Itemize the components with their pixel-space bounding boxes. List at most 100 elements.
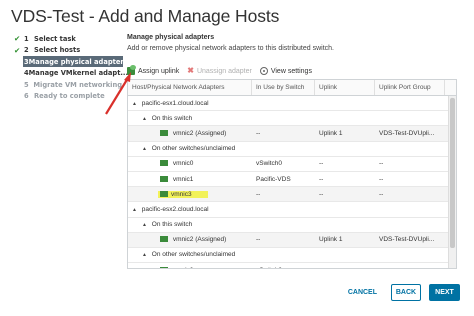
- host-name: pacific-esx2.cloud.local: [141, 205, 209, 213]
- table-row-host[interactable]: ▲ pacific-esx2.cloud.local: [128, 202, 456, 218]
- table-row[interactable]: vmnic0 vSwitch0 -- --: [128, 263, 456, 268]
- grid-header: Host/Physical Network Adapters In Use by…: [128, 80, 456, 96]
- adapter-name: vmnic2 (Assigned): [172, 129, 227, 137]
- next-button[interactable]: NEXT: [429, 284, 460, 301]
- view-settings-button[interactable]: View settings: [259, 67, 312, 75]
- step-manage-vmkernel-adapters[interactable]: 4 Manage VMkernel adapt...: [24, 68, 128, 79]
- network-adapter-icon: [160, 129, 168, 136]
- step-ready-to-complete: 6 Ready to complete: [24, 91, 122, 102]
- port-group-cell: --: [379, 175, 384, 183]
- main-content: Manage physical adapters Add or remove p…: [127, 34, 467, 52]
- port-group-cell: --: [379, 190, 384, 198]
- back-button[interactable]: BACK: [391, 284, 421, 301]
- network-adapter-icon: [160, 266, 168, 268]
- table-row[interactable]: vmnic2 (Assigned) -- Uplink 1 VDS-Test-D…: [128, 232, 456, 248]
- collapse-triangle-icon[interactable]: ▲: [142, 252, 147, 258]
- group-label: On this switch: [151, 114, 193, 122]
- check-icon: ✔: [14, 34, 21, 43]
- adapter-toolbar: Assign uplink ✖ Unassign adapter View se…: [127, 65, 320, 76]
- table-row-group[interactable]: ▲ On this switch: [128, 111, 456, 127]
- port-group-cell: --: [375, 267, 445, 268]
- group-label: On other switches/unclaimed: [151, 251, 236, 259]
- dialog-title: VDS-Test - Add and Manage Hosts: [11, 6, 280, 26]
- in-use-cell: --: [256, 129, 261, 137]
- wizard-steps: ✔ 1 Select task ✔ 2 Select hosts 3 Manag…: [14, 33, 128, 102]
- cancel-button[interactable]: CANCEL: [348, 289, 377, 296]
- step-label: Manage VMkernel adapt...: [28, 69, 129, 77]
- host-name: pacific-esx1.cloud.local: [141, 99, 209, 107]
- step-number: 5: [24, 80, 29, 89]
- step-select-task[interactable]: ✔ 1 Select task: [14, 33, 122, 44]
- highlight-marker: vmnic3: [158, 190, 209, 198]
- table-row-selected[interactable]: vmnic3 -- -- --: [128, 187, 456, 203]
- table-row[interactable]: vmnic0 vSwitch0 -- --: [128, 157, 456, 172]
- table-row-group[interactable]: ▲ On this switch: [128, 218, 456, 233]
- collapse-triangle-icon[interactable]: ▲: [142, 146, 147, 152]
- step-select-hosts[interactable]: ✔ 2 Select hosts: [14, 45, 122, 56]
- column-header[interactable]: In Use by Switch: [252, 80, 315, 95]
- network-adapter-icon: [160, 160, 168, 167]
- unassign-adapter-label: Unassign adapter: [196, 67, 252, 75]
- uplink-cell: --: [319, 190, 324, 198]
- check-icon: ✔: [14, 45, 21, 55]
- in-use-cell: vSwitch0: [256, 160, 283, 168]
- column-header[interactable]: Uplink: [315, 80, 375, 95]
- dialog-footer: CANCEL BACK NEXT: [348, 284, 460, 301]
- add-manage-hosts-dialog: VDS-Test - Add and Manage Hosts ✔ 1 Sele…: [0, 0, 474, 316]
- network-adapter-icon: [160, 190, 168, 197]
- table-row-group[interactable]: ▲ On other switches/unclaimed: [128, 248, 456, 264]
- assign-uplink-button[interactable]: Assign uplink: [127, 65, 180, 75]
- in-use-cell: --: [256, 190, 261, 198]
- view-settings-label: View settings: [270, 67, 312, 75]
- port-group-cell: VDS-Test-DVUpli...: [379, 236, 435, 244]
- uplink-cell: Uplink 1: [319, 236, 343, 244]
- assign-uplink-label: Assign uplink: [138, 67, 180, 75]
- collapse-triangle-icon[interactable]: ▲: [142, 222, 147, 228]
- uplink-cell: --: [315, 267, 375, 268]
- assign-uplink-icon: [127, 65, 136, 75]
- section-title: Manage physical adapters: [127, 34, 215, 41]
- network-adapter-icon: [160, 175, 168, 182]
- table-row-group[interactable]: ▲ On other switches/unclaimed: [128, 142, 456, 157]
- in-use-cell: Pacific-VDS: [256, 175, 291, 183]
- group-label: On this switch: [151, 221, 193, 229]
- section-description: Add or remove physical network adapters …: [127, 45, 334, 52]
- uplink-cell: --: [319, 160, 324, 168]
- uplink-cell: Uplink 1: [319, 129, 343, 137]
- grid-body: ▲ pacific-esx1.cloud.local ▲ On this swi…: [128, 96, 456, 268]
- step-label: Migrate VM networking: [33, 80, 122, 89]
- adapter-name: vmnic0: [172, 160, 194, 168]
- in-use-cell: vSwitch0: [252, 267, 315, 268]
- port-group-cell: --: [379, 160, 384, 168]
- network-adapter-icon: [160, 236, 168, 243]
- uplink-cell: --: [319, 175, 324, 183]
- step-number: 6: [24, 92, 29, 100]
- step-migrate-vm-networking: 5 Migrate VM networking: [24, 79, 122, 90]
- adapters-grid: Host/Physical Network Adapters In Use by…: [127, 79, 457, 269]
- vertical-scrollbar[interactable]: ▲: [448, 96, 456, 268]
- port-group-cell: VDS-Test-DVUpli...: [379, 129, 435, 137]
- unassign-adapter-button[interactable]: ✖ Unassign adapter: [187, 67, 252, 75]
- collapse-triangle-icon[interactable]: ▲: [132, 101, 137, 107]
- table-row[interactable]: vmnic2 (Assigned) -- Uplink 1 VDS-Test-D…: [128, 126, 456, 142]
- step-number: 1: [24, 34, 29, 43]
- table-row-host[interactable]: ▲ pacific-esx1.cloud.local: [128, 96, 456, 112]
- close-icon: ✖: [187, 66, 194, 75]
- step-label: Ready to complete: [34, 92, 105, 100]
- table-row[interactable]: vmnic1 Pacific-VDS -- --: [128, 172, 456, 188]
- collapse-triangle-icon[interactable]: ▲: [142, 116, 147, 122]
- adapter-name: vmnic0: [173, 267, 194, 268]
- step-label: Select hosts: [34, 46, 81, 54]
- column-header[interactable]: Host/Physical Network Adapters: [128, 80, 252, 95]
- step-label: Manage physical adapters: [28, 57, 128, 66]
- collapse-triangle-icon[interactable]: ▲: [132, 207, 137, 213]
- in-use-cell: --: [256, 236, 261, 244]
- info-icon: [259, 67, 268, 75]
- scrollbar-thumb[interactable]: [450, 98, 455, 248]
- group-label: On other switches/unclaimed: [151, 145, 236, 153]
- step-manage-physical-adapters[interactable]: 3 Manage physical adapters: [23, 56, 128, 67]
- step-number: 2: [24, 46, 29, 54]
- step-label: Select task: [34, 34, 76, 43]
- column-header[interactable]: Uplink Port Group: [375, 80, 445, 95]
- adapter-name: vmnic2 (Assigned): [172, 236, 227, 244]
